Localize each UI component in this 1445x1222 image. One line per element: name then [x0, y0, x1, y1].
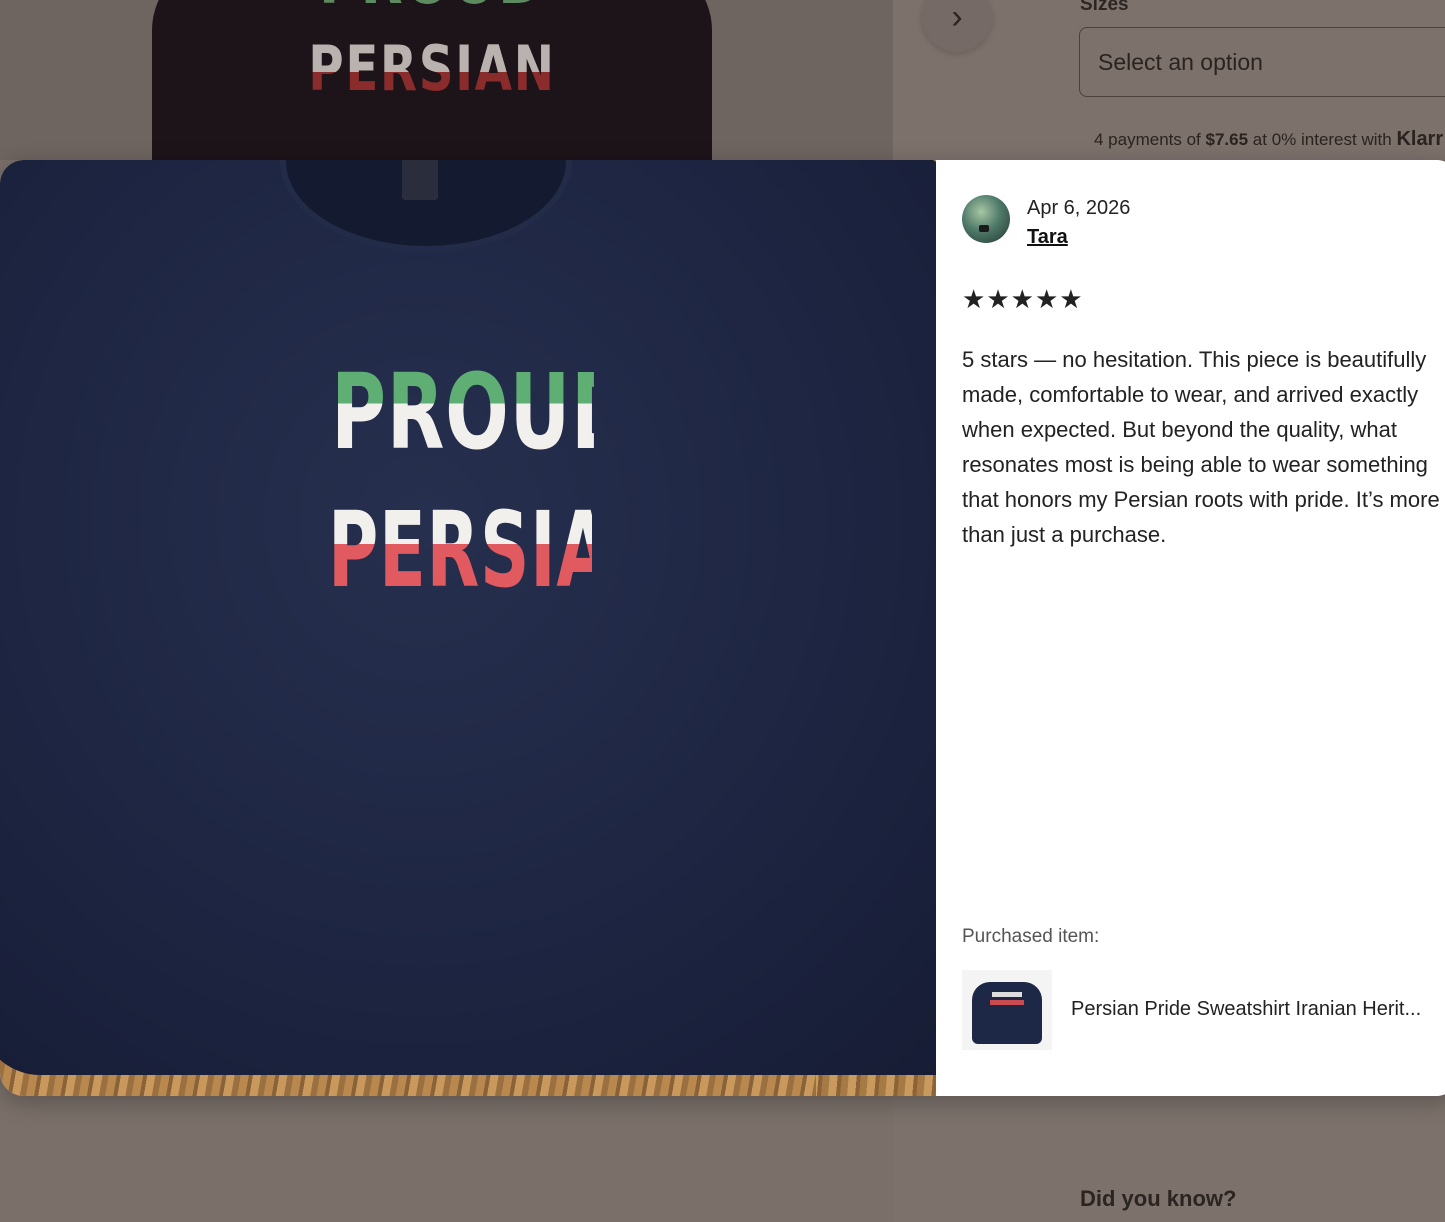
reviewer-avatar	[962, 195, 1010, 243]
print-line-persian: PERSIAN	[328, 489, 669, 611]
review-text: 5 stars — no hesitation. This piece is b…	[962, 347, 1440, 547]
purchased-item-thumbnail[interactable]	[962, 970, 1052, 1050]
navy-sweatshirt	[0, 160, 936, 1075]
reviewer-name-link[interactable]: Tara	[1027, 226, 1068, 249]
star-icon: ★	[1034, 284, 1059, 314]
review-modal: PROUD PERSIAN Apr 6, 2026 Tara ★ ★ ★ ★ ★…	[0, 160, 1445, 1096]
star-icon: ★	[962, 284, 986, 314]
klarna-brand[interactable]: Klarr	[1396, 128, 1443, 150]
purchased-item-link[interactable]: Persian Pride Sweatshirt Iranian Herit..…	[962, 970, 1442, 1050]
review-date: Apr 6, 2026	[1027, 197, 1131, 219]
star-icon: ★	[986, 284, 1010, 314]
klarna-payment-note: 4 payments of $7.65 at 0% interest with …	[1094, 128, 1443, 151]
background-print-line1: PROUD	[214, 0, 651, 20]
chevron-right-icon: ›	[951, 0, 963, 36]
star-icon: ★	[1059, 284, 1083, 314]
review-photo: PROUD PERSIAN	[0, 160, 936, 1096]
size-select[interactable]: Select an option	[1079, 27, 1445, 97]
background-product-image: PROUD PERSIAN	[0, 0, 893, 160]
thumbnail-sweatshirt	[972, 982, 1042, 1044]
review-details-panel: Apr 6, 2026 Tara ★ ★ ★ ★ ★ 5 stars — no …	[936, 160, 1445, 1096]
purchased-item-label: Purchased item:	[962, 926, 1100, 947]
background-print-line2: PERSIAN	[214, 32, 651, 105]
klarna-suffix: at 0% interest with	[1252, 130, 1392, 149]
sizes-label: Sizes	[1080, 0, 1129, 15]
star-rating: ★ ★ ★ ★ ★	[962, 286, 1083, 312]
background-sweatshirt: PROUD PERSIAN	[152, 0, 712, 160]
did-you-know-heading: Did you know?	[1080, 1186, 1237, 1211]
star-icon: ★	[1010, 284, 1034, 314]
print-line-proud: PROUD	[331, 351, 634, 473]
klarna-amount: $7.65	[1205, 130, 1249, 149]
purchased-item-title[interactable]: Persian Pride Sweatshirt Iranian Herit..…	[1071, 998, 1445, 1021]
collar-tag	[402, 160, 438, 200]
klarna-prefix: 4 payments of	[1094, 130, 1201, 149]
